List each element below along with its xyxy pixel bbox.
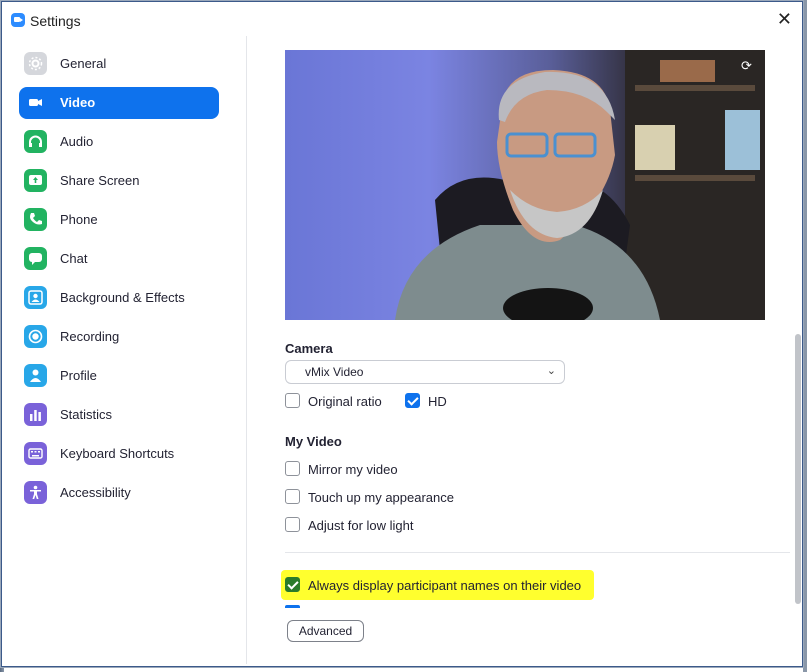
sidebar-item-video[interactable]: Video: [19, 87, 219, 119]
chevron-down-icon: ⌄: [546, 365, 556, 377]
partially-hidden-checkbox[interactable]: [285, 605, 300, 608]
original-ratio-label: Original ratio: [308, 394, 382, 409]
hd-checkbox[interactable]: [405, 393, 420, 408]
sidebar-item-profile[interactable]: Profile: [19, 360, 219, 392]
my-video-section-title: My Video: [285, 434, 342, 449]
hd-label: HD: [428, 394, 447, 409]
person-icon: [24, 364, 47, 387]
scrollbar[interactable]: [793, 36, 802, 664]
video-settings-panel: ⟳ Camera vMix Video ⌄ Original ratio HD …: [248, 36, 804, 664]
video-camera-icon: [24, 91, 47, 114]
camera-select-value: vMix Video: [305, 365, 364, 379]
phone-icon: [24, 208, 47, 231]
headphones-icon: [24, 130, 47, 153]
camera-preview: ⟳: [285, 50, 765, 320]
person-background-icon: [24, 286, 47, 309]
sidebar-item-label: Share Screen: [60, 173, 140, 188]
low-light-checkbox[interactable]: [285, 517, 300, 532]
camera-section-title: Camera: [285, 341, 333, 356]
sidebar-item-share-screen[interactable]: Share Screen: [19, 165, 219, 197]
gear-icon: [24, 52, 47, 75]
title-bar: Settings ✕: [2, 2, 802, 36]
sidebar-item-label: Profile: [60, 368, 97, 383]
always-display-names-checkbox[interactable]: [285, 577, 300, 592]
sidebar-item-label: Audio: [60, 134, 94, 149]
sidebar-item-label: Keyboard Shortcuts: [60, 446, 175, 461]
touch-up-checkbox[interactable]: [285, 489, 300, 504]
camera-select[interactable]: vMix Video ⌄: [285, 360, 565, 384]
sidebar-item-label: Background & Effects: [60, 290, 185, 305]
sidebar-item-label: Statistics: [60, 407, 113, 422]
sidebar-item-recording[interactable]: Recording: [19, 321, 219, 353]
sidebar-item-chat[interactable]: Chat: [19, 243, 219, 275]
sidebar-item-label: Recording: [60, 329, 120, 344]
sidebar-item-label: Accessibility: [60, 485, 131, 500]
keyboard-icon: [24, 442, 47, 465]
camera-preview-image: [395, 50, 765, 320]
scrollbar-thumb[interactable]: [795, 334, 801, 604]
sidebar-item-accessibility[interactable]: Accessibility: [19, 477, 219, 509]
share-screen-icon: [24, 169, 47, 192]
advanced-button[interactable]: Advanced: [287, 620, 364, 642]
original-ratio-checkbox[interactable]: [285, 393, 300, 408]
settings-window: Settings ✕ General Video Audio Share Screen…: [1, 1, 803, 667]
sidebar-item-label: Video: [60, 95, 96, 110]
low-light-label: Adjust for low light: [308, 518, 414, 533]
accessibility-icon: [24, 481, 47, 504]
settings-sidebar: General Video Audio Share Screen Phone Chat Ba…: [6, 36, 247, 664]
chat-bubble-icon: [24, 247, 47, 270]
section-divider: [285, 552, 790, 553]
zoom-app-icon: [11, 13, 25, 27]
sidebar-item-statistics[interactable]: Statistics: [19, 399, 219, 431]
window-title: Settings: [30, 13, 81, 29]
sidebar-item-label: Phone: [60, 212, 98, 227]
always-display-names-label: Always display participant names on thei…: [308, 578, 582, 593]
rotate-camera-icon[interactable]: ⟳: [741, 58, 757, 73]
sidebar-item-audio[interactable]: Audio: [19, 126, 219, 158]
mirror-video-checkbox[interactable]: [285, 461, 300, 476]
mirror-video-label: Mirror my video: [308, 462, 398, 477]
record-icon: [24, 325, 47, 348]
sidebar-item-label: Chat: [60, 251, 88, 266]
bar-chart-icon: [24, 403, 47, 426]
touch-up-label: Touch up my appearance: [308, 490, 454, 505]
sidebar-item-phone[interactable]: Phone: [19, 204, 219, 236]
sidebar-item-general[interactable]: General: [19, 48, 219, 80]
sidebar-item-label: General: [60, 56, 107, 71]
close-icon[interactable]: ✕: [777, 10, 792, 28]
sidebar-item-keyboard-shortcuts[interactable]: Keyboard Shortcuts: [19, 438, 219, 470]
sidebar-item-background-effects[interactable]: Background & Effects: [19, 282, 219, 314]
